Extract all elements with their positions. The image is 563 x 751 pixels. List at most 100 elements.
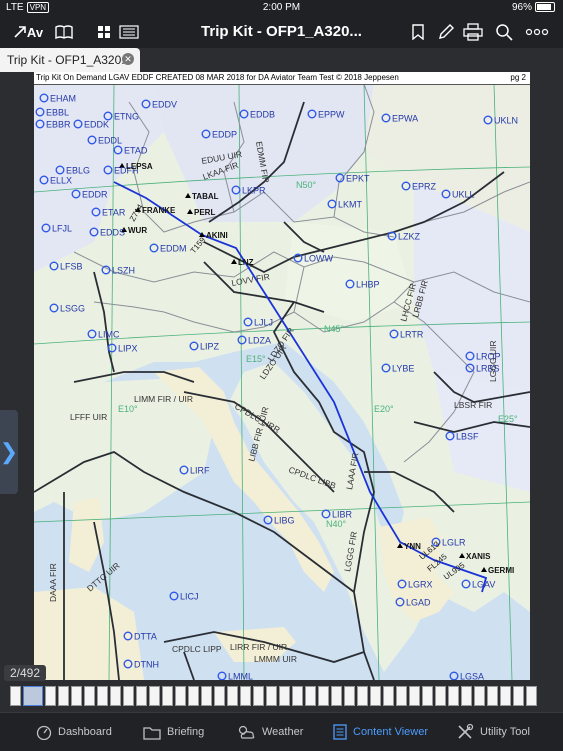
page-thumbnail[interactable] — [240, 686, 251, 706]
airport-label: EHAM — [50, 94, 76, 104]
grid-label: N45° — [324, 324, 345, 334]
nav-content-viewer[interactable]: Content Viewer — [333, 713, 428, 751]
page-thumbnail[interactable] — [513, 686, 524, 706]
page-thumbnail[interactable] — [318, 686, 329, 706]
ellipsis-icon — [525, 28, 549, 36]
page-thumbnail[interactable] — [305, 686, 316, 706]
top-toolbar: Av Trip Kit - OFP1_A320... — [0, 16, 563, 48]
page-thumbnail[interactable] — [10, 686, 21, 706]
airport-label: LSGG — [60, 304, 85, 314]
thumbnail-list[interactable] — [10, 686, 553, 708]
close-tab-icon[interactable]: ✕ — [122, 53, 134, 65]
airport-label: LBSF — [456, 432, 479, 442]
airport-label: LFJL — [52, 224, 72, 234]
page-thumbnail[interactable] — [487, 686, 498, 706]
page-thumbnail[interactable] — [110, 686, 121, 706]
airport-label: DTNH — [134, 660, 159, 670]
page-thumbnail[interactable] — [136, 686, 147, 706]
library-button[interactable] — [54, 21, 74, 43]
page-thumbnail[interactable] — [71, 686, 82, 706]
nav-briefing[interactable]: Briefing — [143, 713, 204, 751]
airport-label: EDDB — [250, 110, 275, 120]
page-thumbnail[interactable] — [396, 686, 407, 706]
nav-weather[interactable]: Weather — [236, 713, 303, 751]
page-thumbnail[interactable] — [23, 686, 43, 706]
page-thumbnail[interactable] — [266, 686, 277, 706]
page-thumbnail[interactable] — [201, 686, 212, 706]
folder-icon — [143, 726, 161, 740]
page-thumbnail[interactable] — [149, 686, 160, 706]
fix-label: YNN — [404, 542, 421, 551]
nav-utility-tool[interactable]: Utility Tool — [456, 713, 530, 751]
page-thumbnail[interactable] — [422, 686, 433, 706]
print-button[interactable] — [462, 21, 484, 43]
page-thumbnail[interactable] — [97, 686, 108, 706]
page-thumbnail[interactable] — [227, 686, 238, 706]
airport-label: LZKZ — [398, 232, 421, 242]
document-tab[interactable]: Trip Kit - OFP1_A320... ✕ — [0, 48, 140, 72]
nav-dashboard[interactable]: Dashboard — [36, 713, 112, 751]
list-view-button[interactable] — [118, 21, 140, 43]
grid-icon — [98, 26, 110, 38]
grid-label: N50° — [296, 180, 317, 190]
bookmark-button[interactable] — [410, 21, 426, 43]
fix-label: XANIS — [466, 552, 491, 561]
airport-label: LGSA — [460, 672, 484, 681]
page-thumbnail[interactable] — [344, 686, 355, 706]
airport-label: LGRX — [408, 580, 433, 590]
region-label: LIRR FIR / UIR — [230, 642, 287, 652]
page-thumbnail[interactable] — [279, 686, 290, 706]
page-thumbnail[interactable] — [331, 686, 342, 706]
airport-label: EDDV — [152, 100, 177, 110]
page-thumbnail[interactable] — [292, 686, 303, 706]
page-thumbnail[interactable] — [214, 686, 225, 706]
airport-label: ETAR — [102, 208, 126, 218]
page-thumbnail[interactable] — [253, 686, 264, 706]
page-thumbnail[interactable] — [474, 686, 485, 706]
page-thumbnail[interactable] — [461, 686, 472, 706]
airport-label: LFSB — [60, 262, 83, 272]
airport-label: LIRF — [190, 466, 210, 476]
grid-label: N40° — [326, 519, 347, 529]
clock: 2:00 PM — [262, 2, 301, 13]
page-thumbnail[interactable] — [188, 686, 199, 706]
airport-label: LSZH — [112, 266, 135, 276]
app-menu-button[interactable]: Av — [12, 21, 44, 43]
more-button[interactable] — [524, 21, 550, 43]
airport-label: LICJ — [180, 592, 199, 602]
page-thumbnail[interactable] — [383, 686, 394, 706]
airport-label: DTTA — [134, 632, 157, 642]
airport-label: LOWW — [304, 254, 334, 264]
fix-label: LNZ — [238, 258, 254, 267]
status-bar: LTE VPN 2:00 PM 96% — [0, 0, 563, 16]
search-button[interactable] — [494, 21, 514, 43]
page-thumbnail[interactable] — [84, 686, 95, 706]
page-thumbnail[interactable] — [526, 686, 537, 706]
battery-icon — [535, 2, 555, 13]
content-viewer[interactable]: EHAM EBBL EBBR EDDK ETNG EDDL ETAD EDDV EDDB EPPW… — [0, 72, 563, 682]
chart-map[interactable]: EHAM EBBL EBBR EDDK ETNG EDDLETAD EDDV EDDB EPPW… — [34, 72, 530, 680]
enroute-chart[interactable]: EHAM EBBL EBBR EDDK ETNG EDDL ETAD EDDV EDDB EPPW… — [34, 72, 530, 680]
airport-label: EDDP — [212, 130, 237, 140]
airport-label: LMML — [228, 672, 253, 681]
page-thumbnail[interactable] — [162, 686, 173, 706]
fix-label: TABAL — [192, 192, 219, 201]
document-icon — [333, 724, 347, 740]
page-thumbnail[interactable] — [123, 686, 134, 706]
page-thumbnail[interactable] — [448, 686, 459, 706]
fix-label: GERMI — [488, 566, 514, 575]
page-thumbnail[interactable] — [357, 686, 368, 706]
side-panel-toggle[interactable]: ❯ — [0, 410, 18, 494]
airport-label: LGAD — [406, 598, 431, 608]
thumbnail-strip[interactable] — [0, 682, 563, 712]
page-thumbnail[interactable] — [409, 686, 420, 706]
page-thumbnail[interactable] — [175, 686, 186, 706]
grid-view-button[interactable] — [95, 21, 113, 43]
page-thumbnail[interactable] — [45, 686, 56, 706]
page-thumbnail[interactable] — [435, 686, 446, 706]
annotate-button[interactable] — [436, 21, 456, 43]
airport-label: LGAV — [472, 580, 495, 590]
page-thumbnail[interactable] — [370, 686, 381, 706]
page-thumbnail[interactable] — [500, 686, 511, 706]
page-thumbnail[interactable] — [58, 686, 69, 706]
